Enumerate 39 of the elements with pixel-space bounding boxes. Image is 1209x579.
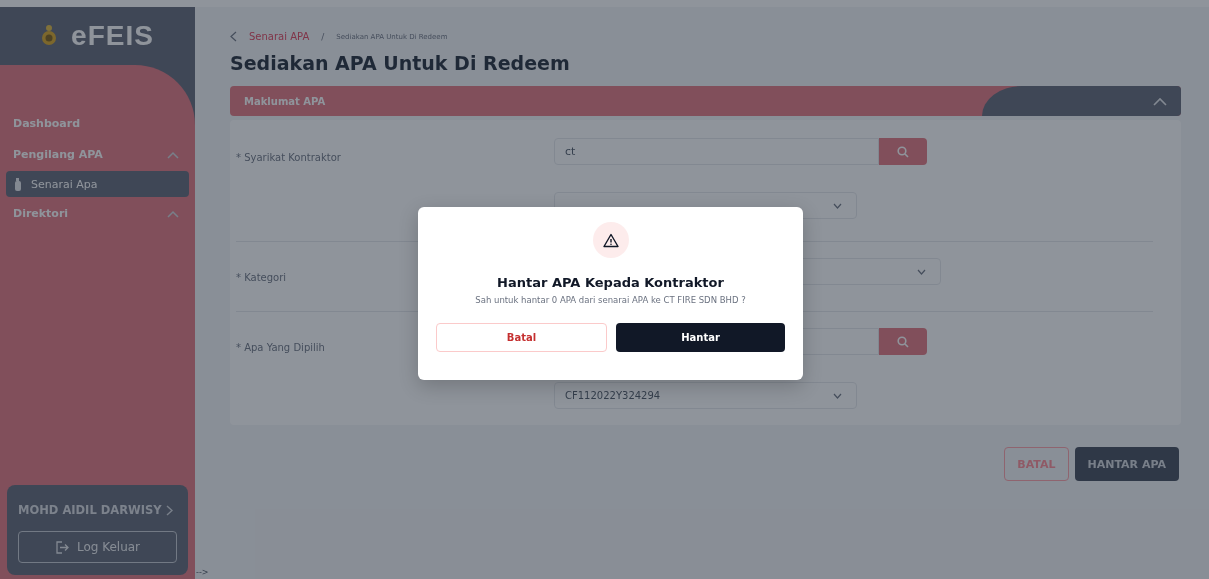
search-icon — [897, 335, 909, 348]
field-label: * Syarikat Kontraktor — [236, 152, 341, 163]
stray-text: --> — [196, 568, 209, 577]
user-name[interactable]: MOHD AIDIL DARWISY — [18, 503, 162, 517]
panel-header[interactable]: Maklumat APA — [230, 86, 1181, 116]
nav-item[interactable]: Direktori — [6, 199, 189, 228]
search-button[interactable] — [879, 138, 927, 165]
page-title: Sediakan APA Untuk Di Redeem — [230, 52, 571, 74]
extinguisher-icon — [14, 177, 22, 191]
collapse-icon[interactable] — [1153, 96, 1167, 106]
crest-icon — [41, 24, 58, 48]
field-label: * Kategori — [236, 272, 287, 283]
nav-item[interactable]: Pengilang APA — [6, 140, 189, 169]
input-field[interactable]: ct — [554, 138, 879, 165]
chevron-down-icon — [833, 392, 842, 399]
search-icon — [897, 145, 909, 158]
chevron-down-icon — [833, 202, 842, 209]
nav-subitem[interactable]: Senarai Apa — [6, 171, 189, 197]
dialog-button[interactable]: Hantar — [616, 323, 785, 352]
chevron-down-icon — [917, 268, 926, 275]
panel-title: Maklumat APA — [243, 95, 326, 107]
logout-button[interactable]: Log Keluar — [18, 531, 177, 563]
back-icon[interactable] — [230, 31, 237, 42]
dialog-title: Hantar APA Kepada Kontraktor — [497, 275, 724, 290]
logout-icon — [54, 540, 69, 554]
search-button[interactable] — [879, 328, 927, 355]
breadcrumb-separator: / — [321, 31, 325, 42]
dialog-message: Sah untuk hantar 0 APA dari senarai APA ke CT FIRE SDN BHD ? — [475, 295, 746, 305]
select-field[interactable]: CF112022Y324294 — [554, 382, 857, 409]
warning-icon — [592, 222, 629, 258]
breadcrumb-item[interactable]: Senarai APA — [249, 31, 310, 42]
field-label: * Apa Yang Dipilih — [236, 342, 325, 353]
chevron-icon — [167, 150, 179, 159]
dialog-button[interactable]: Batal — [436, 323, 607, 352]
nav-item[interactable]: Dashboard — [6, 109, 189, 138]
action-button[interactable]: HANTAR APA — [1074, 447, 1179, 481]
logo-text: eFEIS — [71, 20, 154, 52]
chevron-icon — [167, 209, 179, 218]
chevron-right-icon — [166, 504, 173, 516]
